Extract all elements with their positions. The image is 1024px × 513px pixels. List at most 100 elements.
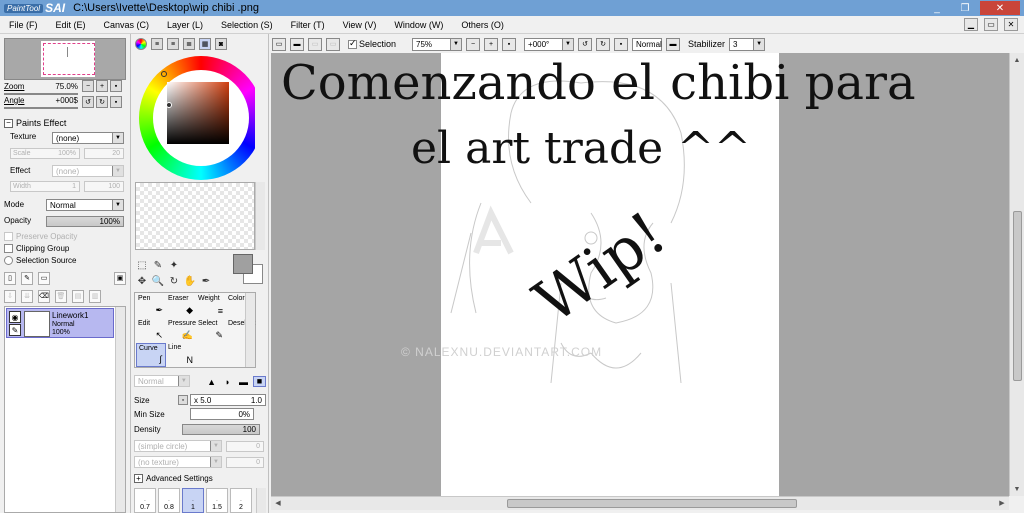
zoom-in-button[interactable]: + [96,80,108,92]
size-slider[interactable]: x 5.0 1.0 [190,394,266,406]
menu-edit[interactable]: Edit (E) [47,20,95,30]
close-button[interactable]: ✕ [980,1,1020,15]
hue-cursor[interactable] [161,71,167,77]
menu-canvas[interactable]: Canvas (C) [95,20,159,30]
flip-mode-label[interactable]: Normal [632,37,663,51]
new-folder-icon[interactable]: ▭ [38,271,50,285]
canvas-vertical-scrollbar[interactable]: ▲ ▼ [1009,53,1024,496]
layer-item[interactable]: ◉ ✎ Linework1 Normal 100% [6,308,114,338]
size-mult-button[interactable]: ▫ [178,395,188,405]
navigator-view-rect[interactable] [43,43,95,75]
advanced-settings-toggle[interactable]: + Advanced Settings [134,474,213,483]
zoom-value[interactable]: 75.0% [55,82,78,91]
layer-mode-select[interactable]: Normal ▼ [46,199,124,211]
magic-wand-icon[interactable]: ✦ [167,258,181,272]
menu-filter[interactable]: Filter (T) [282,20,334,30]
zoom-in-tb-button[interactable]: + [484,37,499,51]
swatch-grid[interactable] [135,182,255,250]
size-preset[interactable]: · 1 [182,488,204,513]
zoom-reset-button[interactable]: ▪ [110,80,122,92]
selection-toggle[interactable]: ✓ Selection [348,38,396,49]
tip-round-icon[interactable]: ◗ [221,376,234,387]
swatch-scrollbar[interactable] [255,182,265,250]
menu-file[interactable]: File (F) [0,20,47,30]
eyedropper-icon[interactable]: ✒ [199,274,213,288]
scroll-right-icon[interactable]: ▶ [996,497,1008,509]
color-wheel-toggle-icon[interactable] [135,38,147,50]
size-preset[interactable]: · 2 [230,488,252,513]
size-preset[interactable]: · 0.7 [134,488,156,513]
swatches-toggle-icon[interactable]: ▦ [199,38,211,50]
size-preset-scrollbar[interactable] [256,488,266,513]
lasso-icon[interactable]: ✎ [151,258,165,272]
color-mixer-toggle-icon[interactable]: ≣ [183,38,195,50]
doc-minimize-button[interactable]: ▁ [964,18,978,31]
zoom-out-button[interactable]: − [82,80,94,92]
hsv-slider-toggle-icon[interactable]: ≡ [167,38,179,50]
canvas-area[interactable]: Comenzando el chibi para el art trade ^^… [271,53,1009,496]
clipping-group-checkbox[interactable] [4,244,13,253]
collapse-icon[interactable]: − [4,118,13,128]
brush-select[interactable]: Select ✎ [196,319,226,343]
menu-layer[interactable]: Layer (L) [158,20,212,30]
rotate-right-tb-button[interactable]: ↻ [596,37,611,51]
brush-pressure[interactable]: Pressure ✍ [166,319,196,343]
new-linework-layer-icon[interactable]: ✎ [21,271,33,285]
eye-icon[interactable]: ◉ [9,311,21,323]
brush-curve[interactable]: Curve ∫ [136,343,166,367]
angle-value[interactable]: +000$ [56,96,78,105]
rotate-icon[interactable]: ↻ [167,274,181,288]
tip-flat-icon[interactable]: ▬ [237,376,250,387]
brush-line[interactable]: Line N [166,343,196,367]
size-preset[interactable]: · 0.8 [158,488,180,513]
doc-close-button[interactable]: ✕ [1004,18,1018,31]
selection-source-radio[interactable] [4,256,13,265]
saturation-value-square[interactable] [167,82,229,144]
stabilizer-select[interactable]: 3 ▼ [729,37,766,51]
invert-selection-icon[interactable]: ▬ [290,37,304,51]
rotate-right-button[interactable]: ↻ [96,96,108,108]
zoom-icon[interactable]: 🔍 [151,274,165,288]
sv-cursor[interactable] [166,102,172,108]
zoom-select[interactable]: 75% ▼ [412,37,463,51]
tip-square-icon[interactable]: ■ [252,375,266,387]
rotate-reset-button[interactable]: ▪ [110,96,122,108]
texture-select[interactable]: (none) ▼ [52,132,124,144]
move-icon[interactable]: ✥ [135,274,149,288]
scroll-down-icon[interactable]: ▼ [1011,483,1023,495]
maximize-button[interactable]: ❐ [952,1,978,15]
rotate-left-tb-button[interactable]: ↺ [578,37,593,51]
navigator-preview[interactable] [4,38,126,80]
pencil-icon[interactable]: ✎ [9,324,21,336]
menu-others[interactable]: Others (O) [452,20,513,30]
tip-triangle-icon[interactable]: ▲ [205,376,218,387]
brush-pen[interactable]: Pen ✒ [136,294,166,318]
doc-restore-button[interactable]: ▭ [984,18,998,31]
scratchpad-toggle-icon[interactable]: ◙ [215,38,227,50]
menu-selection[interactable]: Selection (S) [212,20,282,30]
angle-select[interactable]: +000° ▼ [524,37,575,51]
panel-toggle-icon[interactable]: ▣ [114,271,126,285]
hand-icon[interactable]: ✋ [183,274,197,288]
zoom-slider[interactable] [4,93,78,95]
clear-layer-icon[interactable]: ⌫ [38,289,50,303]
selection-checkbox[interactable]: ✓ [348,38,357,49]
rect-select-icon[interactable]: ⬚ [135,258,149,272]
deselect-icon[interactable]: ▭ [272,37,286,51]
zoom-fit-tb-button[interactable]: ▪ [502,37,517,51]
new-layer-icon[interactable]: ▯ [4,271,16,285]
rotate-reset-tb-button[interactable]: ▪ [614,37,629,51]
scroll-up-icon[interactable]: ▲ [1011,54,1023,66]
vertical-scroll-thumb[interactable] [1013,211,1022,381]
size-preset[interactable]: · 1.5 [206,488,228,513]
menu-view[interactable]: View (V) [334,20,386,30]
menu-window[interactable]: Window (W) [385,20,452,30]
primary-color-swatch[interactable] [233,254,253,274]
brush-eraser[interactable]: Eraser ◆ [166,294,196,318]
brush-grid-scrollbar[interactable] [245,293,255,367]
minimize-button[interactable]: _ [924,1,950,15]
expand-icon[interactable]: + [134,474,143,483]
horizontal-scroll-thumb[interactable] [507,499,797,508]
layer-opacity-slider[interactable]: 100% [46,216,124,227]
angle-slider[interactable] [4,107,78,109]
